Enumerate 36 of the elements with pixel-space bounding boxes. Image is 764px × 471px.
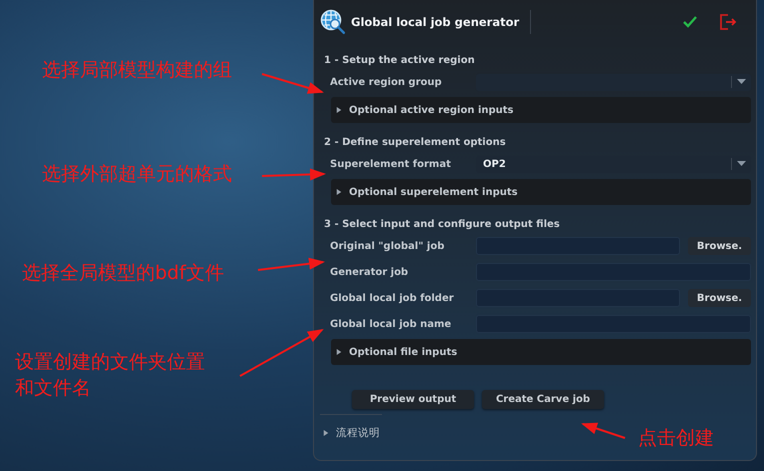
annotation-text: 选择外部超单元的格式	[42, 162, 232, 187]
annotation-text: 选择全局模型的bdf文件	[22, 261, 224, 286]
field-label: Global local job name	[330, 318, 452, 330]
field-label: Active region group	[330, 76, 443, 88]
field-label: Global local job folder	[330, 292, 455, 304]
globe-search-icon	[320, 9, 346, 35]
collapsible-label: Optional file inputs	[349, 346, 458, 358]
annotation-text: 点击创建	[638, 426, 714, 451]
dropdown-field[interactable]	[476, 74, 751, 90]
dropdown-caret-icon	[737, 161, 746, 167]
action-button[interactable]: Create Carve job	[482, 390, 604, 409]
collapsible-label: 流程说明	[336, 426, 380, 440]
field-label: Original "global" job	[330, 240, 446, 252]
collapsible-section[interactable]: 流程说明	[323, 421, 380, 445]
arrow	[258, 258, 325, 271]
section-heading: 3 - Select input and configure output files	[324, 219, 561, 232]
browse-button[interactable]: Browse.	[688, 289, 751, 307]
exit-icon[interactable]	[717, 12, 739, 32]
collapsible-section[interactable]: Optional superelement inputs	[331, 179, 751, 205]
collapsible-label: Optional active region inputs	[349, 104, 514, 116]
annotation-text: 选择局部模型构建的组	[42, 58, 232, 83]
dropdown-caret-icon	[737, 79, 746, 85]
collapsible-section[interactable]: Optional active region inputs	[331, 97, 751, 123]
panel-title: Global local job generator	[351, 15, 520, 29]
annotation-text: 设置创建的文件夹位置和文件名	[15, 350, 206, 401]
field-label: Generator job	[330, 266, 410, 278]
arrow	[262, 73, 324, 94]
collapsible-label: Optional superelement inputs	[349, 186, 518, 198]
action-button[interactable]: Preview output	[352, 390, 474, 409]
collapsible-section[interactable]: Optional file inputs	[331, 339, 751, 365]
arrow	[262, 168, 326, 180]
field-label: Superelement format	[330, 158, 452, 170]
browse-button[interactable]: Browse.	[688, 237, 751, 255]
section-heading: 1 - Setup the active region	[324, 55, 476, 68]
section-heading: 2 - Define superelement options	[324, 137, 507, 150]
arrow	[581, 422, 626, 439]
